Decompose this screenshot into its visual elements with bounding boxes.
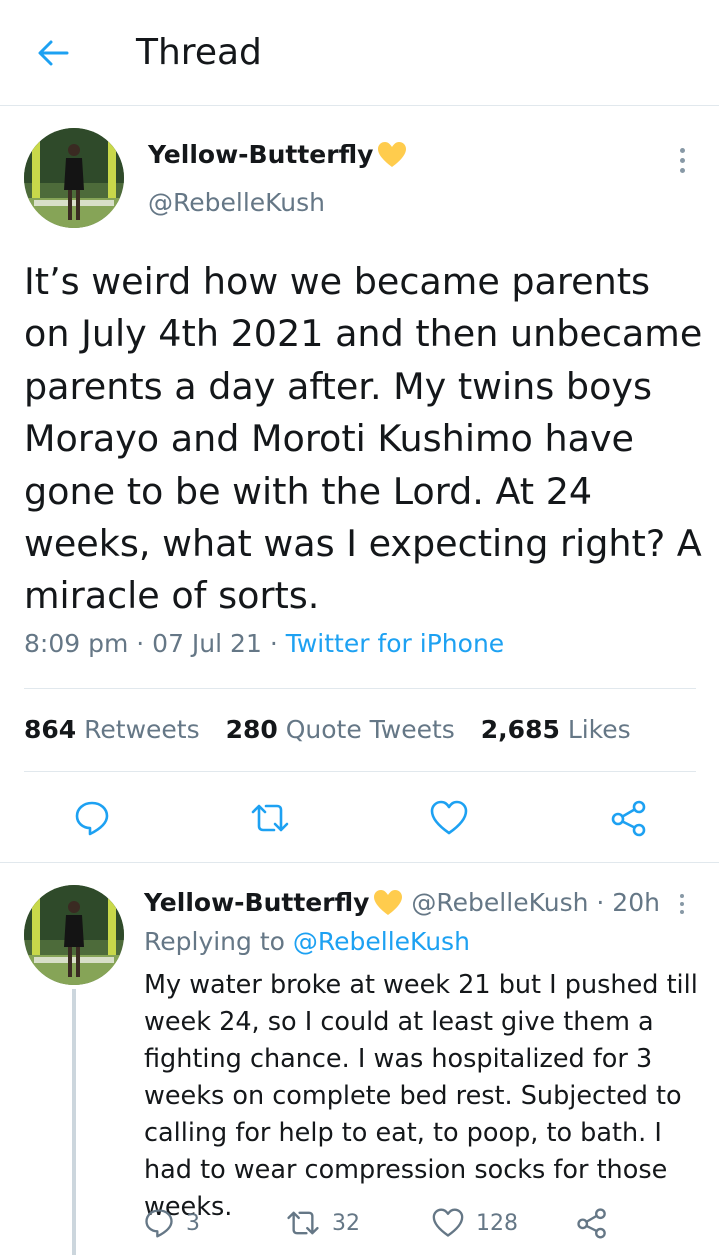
- share-icon: [611, 800, 646, 837]
- tweet-text: It’s weird how we became parents on July…: [24, 260, 703, 618]
- yellow-heart-icon: [374, 889, 403, 915]
- thread-line: [72, 989, 76, 1255]
- reply-age: 20h: [612, 888, 660, 917]
- more-dot-icon: [680, 894, 684, 898]
- mention-link[interactable]: @RebelleKush: [293, 927, 470, 956]
- divider: [24, 688, 696, 689]
- more-dot-icon: [679, 167, 685, 173]
- reply-count: 3: [186, 1210, 200, 1236]
- share-button[interactable]: [576, 1205, 608, 1241]
- yellow-heart-icon: [378, 141, 407, 167]
- more-dot-icon: [680, 910, 684, 914]
- author-handle[interactable]: @RebelleKush: [148, 188, 325, 217]
- retweet-button[interactable]: [248, 796, 292, 840]
- meta-separator: ·: [596, 888, 605, 917]
- tweet-actions: [0, 796, 719, 840]
- reply-handle[interactable]: @RebelleKush: [411, 888, 588, 917]
- retweet-icon: [251, 804, 289, 832]
- reply-button[interactable]: [70, 796, 114, 840]
- meta-separator: ·: [269, 629, 278, 658]
- retweet-icon: [287, 1211, 319, 1235]
- reply-actions: 3 32 128: [144, 1205, 704, 1241]
- like-button[interactable]: [427, 796, 471, 840]
- more-dot-icon: [679, 157, 685, 163]
- like-button[interactable]: 128: [432, 1205, 518, 1241]
- reply-icon: [145, 1209, 173, 1238]
- quote-tweets-stat[interactable]: 280 Quote Tweets: [226, 715, 455, 744]
- meta-separator: ·: [136, 629, 145, 658]
- more-options-button[interactable]: [670, 142, 694, 178]
- retweet-button[interactable]: 32: [286, 1205, 360, 1241]
- divider: [24, 771, 696, 772]
- page-title: Thread: [136, 32, 262, 73]
- tweet-source-link[interactable]: Twitter for iPhone: [286, 629, 504, 658]
- replying-to: Replying to @RebelleKush: [144, 927, 470, 956]
- reply-author-name[interactable]: Yellow-Butterfly: [144, 888, 403, 917]
- heart-icon: [430, 800, 468, 835]
- reply-button[interactable]: 3: [144, 1205, 200, 1241]
- avatar[interactable]: [24, 885, 124, 985]
- tweet-time: 8:09 pm: [24, 629, 129, 658]
- share-icon: [577, 1208, 606, 1239]
- reply-tweet[interactable]: Yellow-Butterfly @RebelleKush · 20h Repl…: [0, 863, 719, 1255]
- reply-text: My water broke at week 21 but I pushed t…: [144, 970, 698, 1222]
- reply-icon: [75, 801, 109, 836]
- reply-header: Yellow-Butterfly @RebelleKush · 20h: [144, 888, 660, 917]
- avatar[interactable]: [24, 128, 124, 228]
- more-dot-icon: [680, 902, 684, 906]
- retweet-count: 32: [332, 1210, 360, 1236]
- top-bar: Thread: [0, 0, 719, 106]
- back-button[interactable]: [30, 30, 76, 76]
- like-count: 128: [476, 1210, 518, 1236]
- more-options-button[interactable]: [670, 889, 694, 919]
- heart-icon: [432, 1208, 464, 1237]
- tweet-meta: 8:09 pm · 07 Jul 21 · Twitter for iPhone: [24, 629, 504, 658]
- reply-meta: @RebelleKush · 20h: [411, 888, 660, 917]
- tweet-stats: 864 Retweets 280 Quote Tweets 2,685 Like…: [24, 715, 649, 744]
- arrow-left-icon: [38, 40, 69, 66]
- author-name[interactable]: Yellow-Butterfly: [148, 140, 407, 169]
- more-dot-icon: [679, 147, 685, 153]
- likes-stat[interactable]: 2,685 Likes: [481, 715, 631, 744]
- share-button[interactable]: [607, 796, 651, 840]
- tweet-date: 07 Jul 21: [152, 629, 262, 658]
- retweets-stat[interactable]: 864 Retweets: [24, 715, 200, 744]
